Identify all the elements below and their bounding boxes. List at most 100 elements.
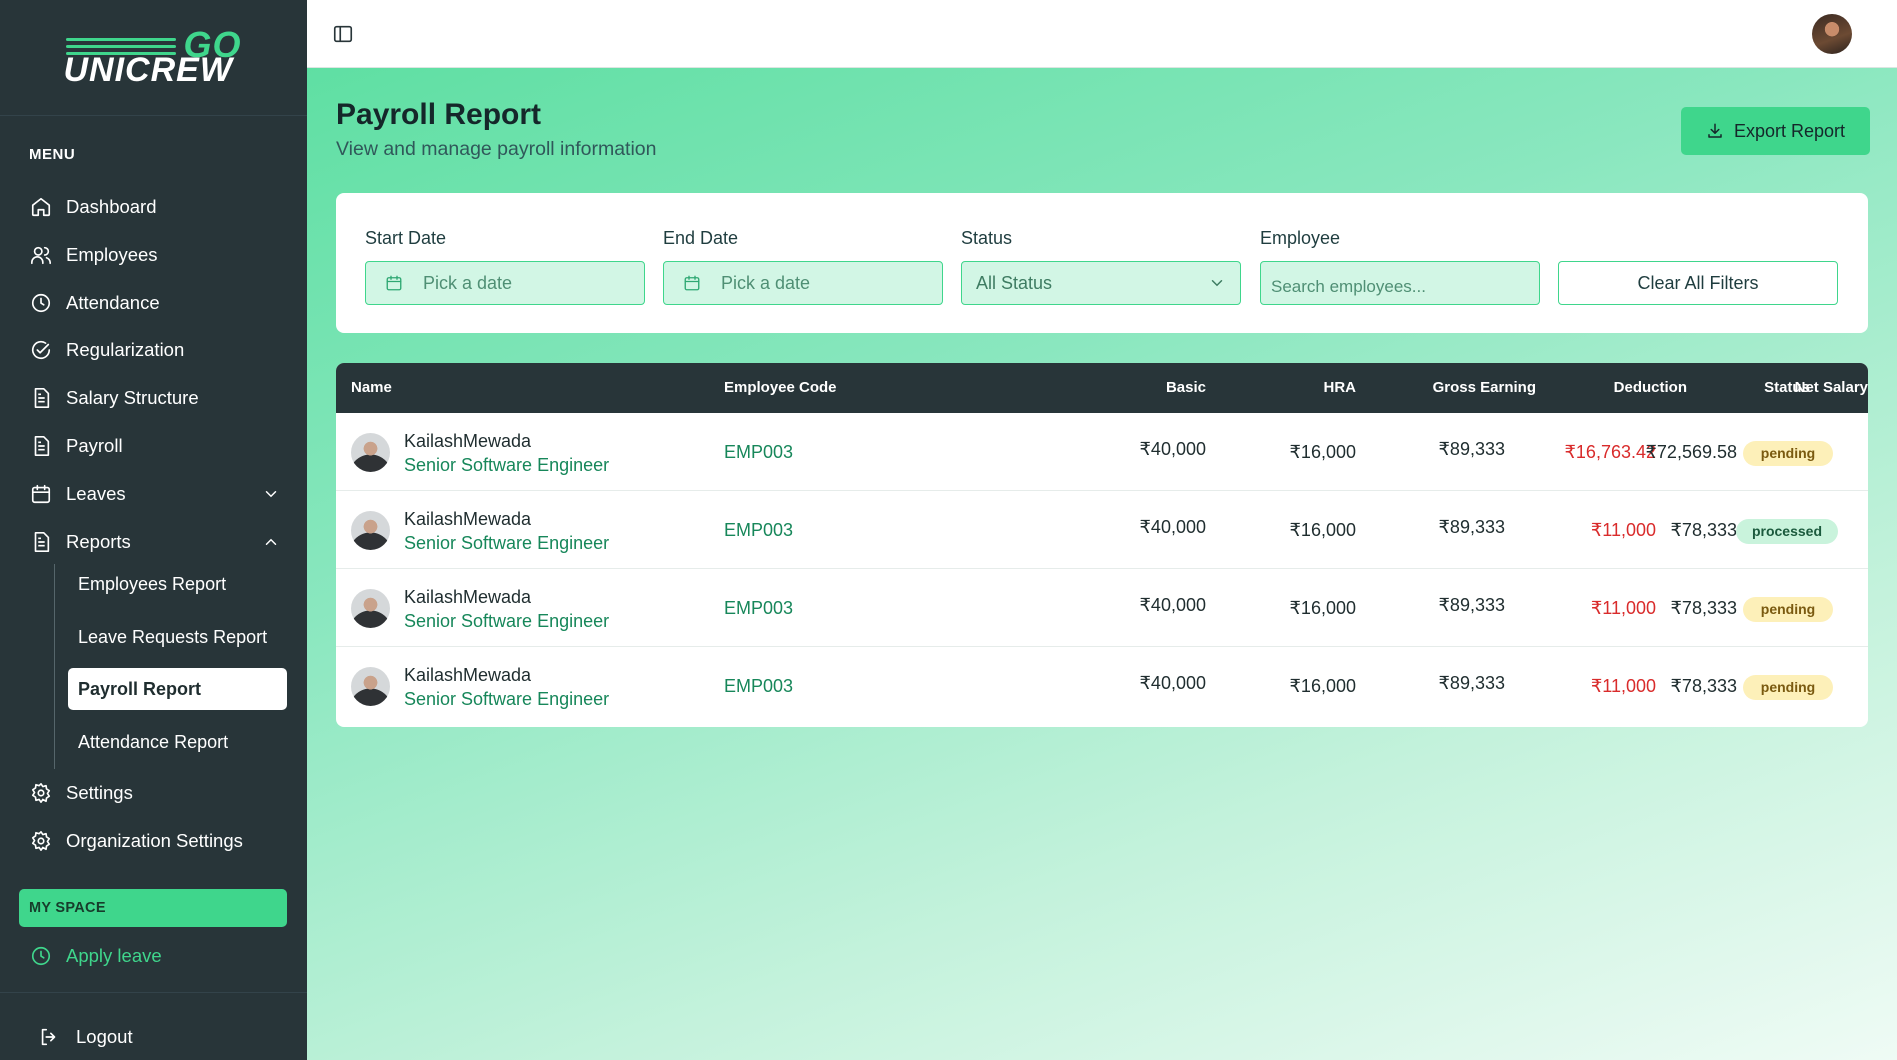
sidebar-item-regularization[interactable]: Regularization (30, 330, 280, 370)
check-circle-icon (31, 340, 51, 360)
apply-leave-link[interactable]: Apply leave (30, 940, 162, 972)
hra-value: ₹16,000 (1289, 676, 1356, 696)
table-row[interactable]: KailashMewada Senior Software Engineer E… (336, 647, 1868, 725)
home-icon (31, 197, 51, 217)
logo-unicrew-text: UNICREW (63, 50, 233, 89)
employee-role: Senior Software Engineer (404, 611, 610, 631)
status-badge: pending (1743, 597, 1833, 622)
hra-value: ₹16,000 (1289, 520, 1356, 540)
net-salary-value: ₹78,333 (1670, 676, 1737, 696)
hra-value: ₹16,000 (1289, 598, 1356, 618)
header-status: Status (1764, 379, 1810, 396)
sidebar-item-employees[interactable]: Employees (30, 235, 280, 275)
table-header: Name Employee Code Basic HRA Gross Earni… (336, 363, 1868, 413)
sidebar-item-label: Reports (66, 531, 131, 552)
subitem-payroll-report[interactable]: Payroll Report (68, 668, 287, 710)
status-label: Status (961, 228, 1013, 248)
sidebar-item-organization-settings[interactable]: Organization Settings (30, 821, 280, 861)
top-bar (307, 0, 1897, 68)
sidebar-item-label: Dashboard (66, 196, 157, 217)
status-select[interactable]: All Status (961, 261, 1241, 305)
employee-search-input[interactable]: Search employees... (1260, 261, 1540, 305)
employee-avatar (351, 667, 390, 706)
start-date-label: Start Date (365, 228, 447, 248)
start-date-placeholder: Pick a date (423, 272, 513, 293)
employee-name: KailashMewada (404, 431, 532, 451)
table-row[interactable]: KailashMewada Senior Software Engineer E… (336, 491, 1868, 569)
page-title: Payroll Report (336, 98, 542, 131)
deduction-value: ₹11,000 (1590, 598, 1656, 618)
brand-logo[interactable]: GO UNICREW (63, 24, 244, 90)
payroll-table: Name Employee Code Basic HRA Gross Earni… (336, 363, 1868, 727)
employee-code: EMP003 (724, 442, 794, 462)
subitem-attendance-report[interactable]: Attendance Report (68, 721, 287, 763)
sidebar-item-label: Employees (66, 244, 158, 265)
my-space-header: MY SPACE (19, 889, 287, 927)
download-icon (1708, 123, 1722, 138)
header-name: Name (351, 379, 392, 396)
sidebar-item-label: Regularization (66, 339, 185, 360)
status-badge: pending (1743, 675, 1833, 700)
basic-value: ₹40,000 (1139, 673, 1206, 693)
employee-code: EMP003 (724, 520, 794, 540)
sidebar-item-attendance[interactable]: Attendance (30, 283, 280, 323)
export-report-label: Export Report (1733, 120, 1846, 141)
sidebar-item-settings[interactable]: Settings (30, 773, 280, 813)
calendar-icon (684, 275, 700, 291)
deduction-value: ₹11,000 (1590, 520, 1656, 540)
sidebar: GO UNICREW MENU Dashboard Employees Atte… (0, 0, 307, 1060)
page-subtitle: View and manage payroll information (336, 138, 657, 160)
logout-button[interactable]: Logout (38, 1022, 133, 1052)
user-avatar[interactable] (1812, 14, 1852, 54)
basic-value: ₹40,000 (1139, 595, 1206, 615)
subitem-employees-report[interactable]: Employees Report (68, 563, 287, 605)
status-select-value: All Status (976, 272, 1053, 293)
status-badge: processed (1736, 519, 1838, 544)
subitem-leave-requests-report[interactable]: Leave Requests Report (68, 616, 287, 658)
sidebar-item-label: Salary Structure (66, 387, 199, 408)
document-icon (34, 436, 50, 456)
employee-avatar (351, 511, 390, 550)
filters-panel: Start Date Pick a date End Date Pick a d… (336, 193, 1868, 333)
end-date-picker[interactable]: Pick a date (663, 261, 943, 305)
users-icon (31, 246, 51, 265)
employee-avatar (351, 589, 390, 628)
sidebar-divider (0, 992, 307, 993)
main-content: Payroll Report View and manage payroll i… (307, 68, 1897, 1060)
basic-value: ₹40,000 (1139, 517, 1206, 537)
clock-icon (31, 293, 51, 313)
sidebar-item-label: Settings (66, 782, 133, 803)
gear-icon (31, 831, 51, 851)
sidebar-item-salary-structure[interactable]: Salary Structure (30, 378, 280, 418)
employee-code: EMP003 (724, 598, 794, 618)
start-date-picker[interactable]: Pick a date (365, 261, 645, 305)
employee-code: EMP003 (724, 676, 794, 696)
gross-value: ₹89,333 (1438, 673, 1505, 693)
header-employee-code: Employee Code (724, 379, 837, 396)
employee-role: Senior Software Engineer (404, 689, 610, 709)
end-date-label: End Date (663, 228, 739, 248)
table-row[interactable]: KailashMewada Senior Software Engineer E… (336, 569, 1868, 647)
chevron-up-icon[interactable] (262, 533, 280, 551)
sidebar-item-label: Attendance (66, 292, 160, 313)
sidebar-item-reports[interactable]: Reports (30, 522, 280, 562)
sidebar-item-dashboard[interactable]: Dashboard (30, 187, 280, 227)
chevron-down-icon[interactable] (262, 485, 280, 503)
logo-area: GO UNICREW (0, 0, 307, 116)
employee-role: Senior Software Engineer (404, 455, 610, 475)
table-row[interactable]: KailashMewada Senior Software Engineer E… (336, 413, 1868, 491)
sidebar-item-label: Payroll (66, 435, 123, 456)
menu-title: MENU (29, 146, 76, 163)
deduction-value: ₹16,763.42 (1564, 442, 1656, 462)
hra-value: ₹16,000 (1289, 442, 1356, 462)
clear-filters-button[interactable]: Clear All Filters (1558, 261, 1838, 305)
gross-value: ₹89,333 (1438, 517, 1505, 537)
export-report-button[interactable]: Export Report (1681, 107, 1870, 155)
basic-value: ₹40,000 (1139, 439, 1206, 459)
sidebar-toggle-icon[interactable] (332, 23, 354, 45)
sidebar-item-payroll[interactable]: Payroll (30, 426, 280, 466)
calendar-icon (386, 275, 402, 291)
sidebar-item-leaves[interactable]: Leaves (30, 474, 280, 514)
employee-name: KailashMewada (404, 509, 532, 529)
end-date-placeholder: Pick a date (721, 272, 811, 293)
